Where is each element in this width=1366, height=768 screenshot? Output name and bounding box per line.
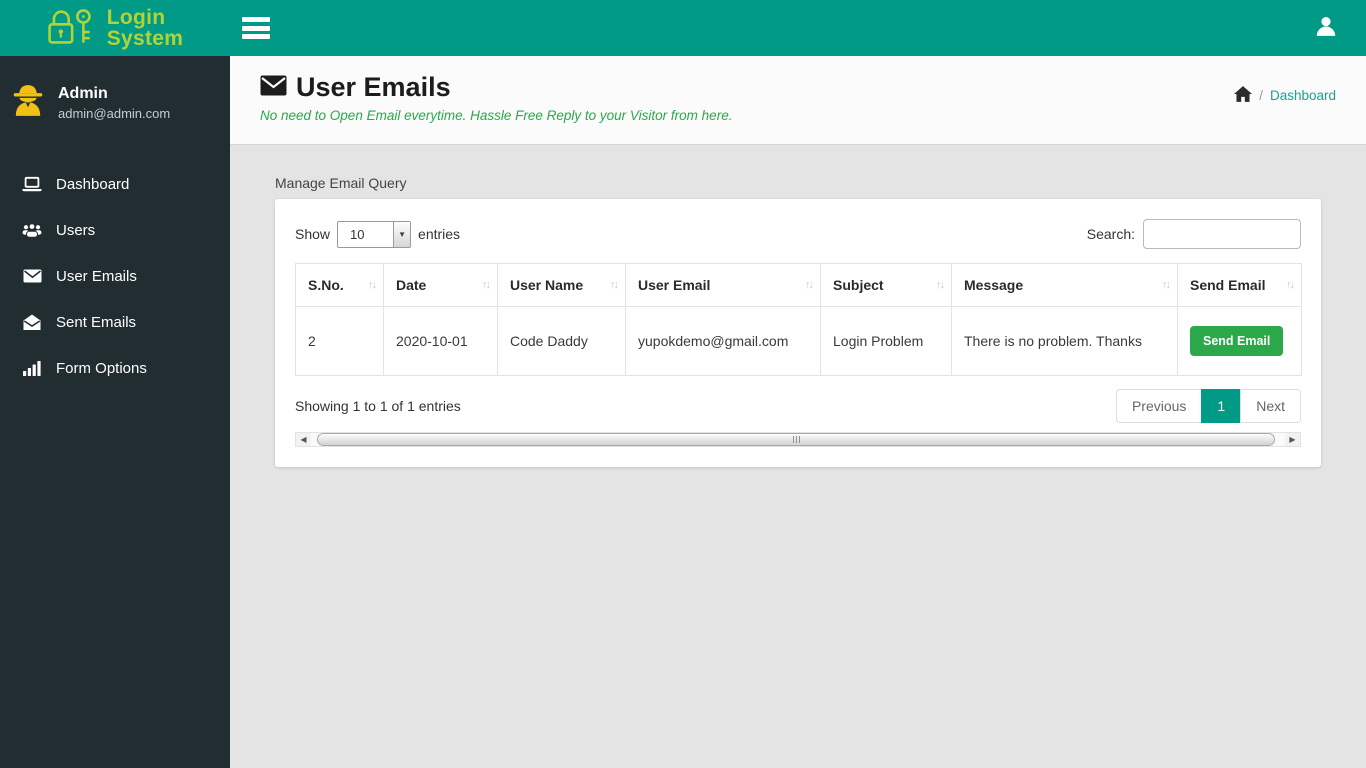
pagination: Previous 1 Next [1115, 389, 1301, 423]
entries-info: Showing 1 to 1 of 1 entries [295, 398, 461, 414]
user-panel: Admin admin@admin.com [0, 56, 230, 133]
main-content: User Emails No need to Open Email everyt… [230, 56, 1366, 768]
user-name: Admin [58, 84, 108, 102]
show-label: Show [295, 226, 331, 242]
envelope-icon [22, 269, 42, 283]
sidebar-item-label: User Emails [56, 267, 137, 285]
send-email-button[interactable]: Send Email [1190, 326, 1284, 356]
cell-date: 2020-10-01 [383, 306, 498, 376]
search-control: Search: [1087, 219, 1301, 249]
chevron-down-icon[interactable]: ▼ [393, 221, 411, 247]
datatable-controls: Show 10 ▼ entries Search: [295, 219, 1301, 249]
page-title: User Emails [296, 72, 451, 102]
sidebar-item-label: Dashboard [56, 175, 130, 193]
app-window: Login System Admin admin@admin.com Dashb… [0, 0, 1366, 768]
column-header-date[interactable]: Date ↑↓ [383, 263, 498, 307]
top-navbar: Login System [0, 0, 1366, 56]
scrollbar-thumb[interactable] [317, 433, 1275, 446]
account-menu-button[interactable] [1306, 8, 1346, 48]
sidebar-menu: Dashboard Users User Emails Sent Emails … [0, 161, 230, 391]
sidebar-item-user-emails[interactable]: User Emails [0, 253, 230, 299]
cell-user-email: yupokdemo@gmail.com [625, 306, 821, 376]
column-header-sno[interactable]: S.No. ↑↓ [295, 263, 384, 307]
scroll-left-arrow-icon[interactable]: ◀ [296, 433, 311, 446]
user-icon [1314, 14, 1338, 43]
table-row: 2 2020-10-01 Code Daddy yupokdemo@gmail.… [295, 306, 1302, 376]
column-header-send-email[interactable]: Send Email ↑↓ [1177, 263, 1302, 307]
email-query-table: S.No. ↑↓ Date ↑↓ User Name ↑↓ User Email ↑↓ … [295, 263, 1302, 376]
pagination-page-1-button[interactable]: 1 [1201, 389, 1242, 423]
column-header-message[interactable]: Message ↑↓ [951, 263, 1178, 307]
page-length-select[interactable]: 10 ▼ [337, 220, 412, 248]
scroll-right-arrow-icon[interactable]: ▶ [1285, 433, 1300, 446]
sidebar-item-dashboard[interactable]: Dashboard [0, 161, 230, 207]
sidebar-item-sent-emails[interactable]: Sent Emails [0, 299, 230, 345]
sidebar-item-label: Sent Emails [56, 313, 137, 331]
column-header-user-name[interactable]: User Name ↑↓ [497, 263, 626, 307]
cell-subject: Login Problem [820, 306, 952, 376]
admin-spy-icon [10, 82, 46, 123]
entries-label: entries [418, 226, 461, 242]
sidebar-item-label: Users [56, 221, 96, 239]
sidebar-toggle-hamburger-icon[interactable] [242, 17, 270, 39]
cell-action: Send Email [1177, 306, 1302, 376]
lock-key-logo-icon [47, 6, 99, 51]
search-label: Search: [1086, 226, 1135, 242]
envelope-open-icon [22, 314, 42, 331]
datatable-footer: Showing 1 to 1 of 1 entries Previous 1 N… [295, 389, 1301, 423]
bar-chart-icon [22, 360, 42, 376]
column-header-user-email[interactable]: User Email ↑↓ [625, 263, 821, 307]
sidebar-item-form-options[interactable]: Form Options [0, 345, 230, 391]
home-icon[interactable] [1234, 86, 1253, 105]
sidebar: Admin admin@admin.com Dashboard Users Us… [0, 56, 230, 768]
page-length-value: 10 [350, 226, 365, 242]
table-header-row: S.No. ↑↓ Date ↑↓ User Name ↑↓ User Email ↑↓ … [295, 263, 1302, 307]
content-header: User Emails No need to Open Email everyt… [230, 56, 1366, 145]
sort-icon[interactable]: ↑↓ [1162, 279, 1171, 291]
breadcrumb-separator: / [1259, 88, 1263, 103]
brand-title: Login System [106, 6, 184, 50]
pagination-previous-button[interactable]: Previous [1115, 389, 1203, 423]
envelope-title-icon [260, 75, 287, 101]
sort-icon[interactable]: ↑↓ [1286, 279, 1295, 291]
cell-sno: 2 [295, 306, 384, 376]
breadcrumb: / Dashboard [1234, 86, 1336, 105]
page-subtitle: No need to Open Email everytime. Hassle … [260, 108, 733, 123]
panel-heading: Manage Email Query [275, 175, 407, 191]
sidebar-item-users[interactable]: Users [0, 207, 230, 253]
user-email: admin@admin.com [58, 105, 171, 121]
sort-icon[interactable]: ↑↓ [482, 279, 491, 291]
column-header-subject[interactable]: Subject ↑↓ [820, 263, 952, 307]
email-query-card: Show 10 ▼ entries Search: S.No. ↑↓ Date … [275, 199, 1321, 467]
sidebar-item-label: Form Options [56, 359, 147, 377]
sort-icon[interactable]: ↑↓ [368, 279, 377, 291]
pagination-next-button[interactable]: Next [1240, 389, 1301, 423]
laptop-icon [22, 176, 42, 193]
user-panel-text: Admin admin@admin.com [58, 85, 170, 121]
page-length-control: Show 10 ▼ entries [295, 220, 461, 248]
breadcrumb-link-dashboard[interactable]: Dashboard [1270, 88, 1336, 103]
brand-logo[interactable]: Login System [0, 0, 230, 56]
search-input[interactable] [1143, 219, 1301, 249]
sort-icon[interactable]: ↑↓ [805, 279, 814, 291]
sort-icon[interactable]: ↑↓ [610, 279, 619, 291]
cell-message: There is no problem. Thanks [951, 306, 1178, 376]
horizontal-scrollbar[interactable]: ◀ ▶ [295, 432, 1301, 447]
navbar-right [230, 0, 1366, 56]
users-icon [22, 222, 42, 238]
sort-icon[interactable]: ↑↓ [936, 279, 945, 291]
cell-user-name: Code Daddy [497, 306, 626, 376]
content-body: Manage Email Query Show 10 ▼ entries Sea… [230, 145, 1366, 467]
